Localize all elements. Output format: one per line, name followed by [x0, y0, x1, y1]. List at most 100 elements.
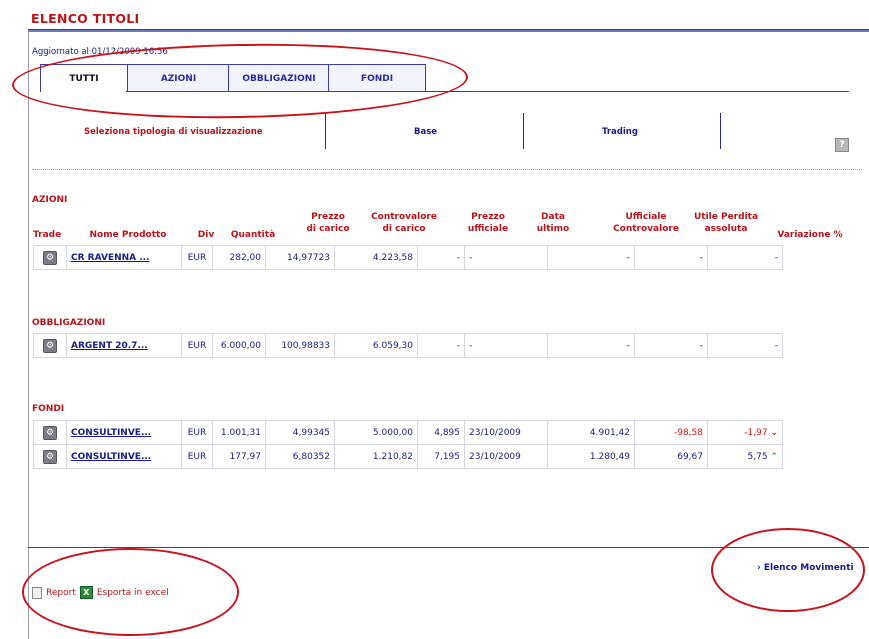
- value-cell: 1.210,82: [334, 444, 418, 469]
- col-header-line: Prezzo: [471, 212, 505, 222]
- page-title: ELENCO TITOLI: [31, 11, 140, 26]
- col-header-line: Prezzo: [311, 212, 345, 222]
- trade-gear-icon[interactable]: ⚙: [43, 425, 57, 440]
- variation-cell: -: [707, 333, 783, 358]
- col-header-line: Controvalore: [371, 212, 437, 222]
- trade-gear-icon[interactable]: ⚙: [43, 449, 57, 464]
- col-header-line: Ufficiale: [625, 212, 667, 222]
- arrow-up-icon: ⌃: [770, 451, 778, 462]
- official-value-cell: -: [547, 333, 635, 358]
- col-header-line: di carico: [382, 224, 426, 234]
- tab-tutti[interactable]: TUTTI: [40, 64, 127, 92]
- section-title-obbligazioni: OBBLIGAZIONI: [32, 318, 106, 328]
- gain-loss-cell: -: [634, 333, 708, 358]
- name-cell: CR RAVENNA ...: [66, 245, 182, 270]
- report-link[interactable]: Report: [46, 588, 76, 598]
- trade-cell: ⚙: [33, 245, 67, 270]
- product-link[interactable]: CONSULTINVE...: [71, 452, 151, 462]
- view-option-base[interactable]: Base: [414, 127, 437, 137]
- official-value-cell: -: [547, 245, 635, 270]
- view-option-trading[interactable]: Trading: [602, 127, 638, 137]
- col-header-line: di carico: [306, 224, 350, 234]
- variation-cell: 5,75 ⌃: [707, 444, 783, 469]
- table-row: ⚙ CR RAVENNA ... EUR 282,00 14,97723 4.2…: [33, 245, 783, 270]
- variation-cell: -: [707, 245, 783, 270]
- trade-gear-icon[interactable]: ⚙: [43, 338, 57, 353]
- excel-icon[interactable]: X: [79, 586, 93, 599]
- report-export-area: Report X Esporta in excel: [32, 586, 169, 599]
- trade-cell: ⚙: [33, 420, 67, 445]
- qty-cell: 282,00: [212, 245, 266, 270]
- tab-azioni[interactable]: AZIONI: [127, 64, 230, 92]
- div-cell: EUR: [181, 333, 213, 358]
- official-price-cell: 4,895: [417, 420, 465, 445]
- price-cell: 14,97723: [265, 245, 335, 270]
- col-header-prezzo-carico: Prezzo di carico: [296, 211, 360, 235]
- price-cell: 6,80352: [265, 444, 335, 469]
- separator: [523, 113, 524, 149]
- official-price-cell: -: [417, 333, 465, 358]
- qty-cell: 1.001,31: [212, 420, 266, 445]
- name-cell: ARGENT 20.7...: [66, 333, 182, 358]
- name-cell: CONSULTINVE...: [66, 444, 182, 469]
- help-icon[interactable]: ?: [835, 138, 849, 152]
- export-excel-link[interactable]: Esporta in excel: [97, 588, 169, 598]
- product-link[interactable]: CR RAVENNA ...: [71, 253, 150, 263]
- value-cell: 5.000,00: [334, 420, 418, 445]
- trade-cell: ⚙: [33, 333, 67, 358]
- col-header-line: assoluta: [704, 224, 748, 234]
- col-header-div: Div: [197, 230, 215, 240]
- gain-loss-cell: -: [634, 245, 708, 270]
- report-icon[interactable]: [32, 586, 42, 599]
- gain-loss-cell: -98,58: [634, 420, 708, 445]
- col-header-nome: Nome Prodotto: [89, 230, 167, 240]
- value-cell: 6.059,30: [334, 333, 418, 358]
- qty-cell: 6.000,00: [212, 333, 266, 358]
- value-cell: 4.223,58: [334, 245, 418, 270]
- trade-cell: ⚙: [33, 444, 67, 469]
- col-header-quantita: Quantità: [230, 230, 276, 240]
- col-header-trade: Trade: [33, 230, 62, 240]
- variation-value: -1,97: [744, 427, 768, 438]
- dotted-divider: [32, 169, 862, 170]
- section-title-fondi: FONDI: [32, 404, 65, 414]
- section-title-azioni: AZIONI: [32, 195, 68, 205]
- div-cell: EUR: [181, 444, 213, 469]
- col-header-ufficiale-controvalore: Ufficiale Controvalore: [605, 211, 687, 235]
- col-header-prezzo-ufficiale: Prezzo ufficiale: [462, 211, 514, 235]
- view-type-label: Seleziona tipologia di visualizzazione: [84, 127, 263, 137]
- arrow-down-icon: ⌄: [770, 427, 778, 438]
- col-header-line: Controvalore: [613, 224, 679, 234]
- product-link[interactable]: ARGENT 20.7...: [71, 341, 148, 351]
- official-price-cell: 7,195: [417, 444, 465, 469]
- product-link[interactable]: CONSULTINVE...: [71, 428, 151, 438]
- date-cell: -: [464, 245, 548, 270]
- col-header-utile-perdita: Utile Perdita assoluta: [687, 211, 765, 235]
- tab-baseline: [126, 91, 849, 92]
- separator: [720, 113, 721, 149]
- col-header-controvalore: Controvalore di carico: [370, 211, 438, 235]
- separator: [325, 113, 326, 149]
- official-value-cell: 4.901,42: [547, 420, 635, 445]
- official-price-cell: -: [417, 245, 465, 270]
- trade-gear-icon[interactable]: ⚙: [43, 250, 57, 265]
- col-header-data: Data ultimo: [528, 211, 578, 235]
- variation-value: 5,75: [747, 451, 768, 462]
- footer-divider: [28, 547, 869, 548]
- variation-cell: -1,97 ⌄: [707, 420, 783, 445]
- table-row: ⚙ CONSULTINVE... EUR 177,97 6,80352 1.21…: [33, 444, 783, 469]
- elenco-movimenti-link[interactable]: › Elenco Movimenti: [757, 563, 854, 573]
- table-row: ⚙ ARGENT 20.7... EUR 6.000,00 100,98833 …: [33, 333, 783, 358]
- date-cell: -: [464, 333, 548, 358]
- col-header-line: ufficiale: [467, 224, 509, 234]
- azioni-table: ⚙ CR RAVENNA ... EUR 282,00 14,97723 4.2…: [33, 245, 783, 270]
- last-update-text: Aggiornato al 01/12/2009 16:56: [32, 47, 168, 57]
- price-cell: 4,99345: [265, 420, 335, 445]
- div-cell: EUR: [181, 245, 213, 270]
- table-row: ⚙ CONSULTINVE... EUR 1.001,31 4,99345 5.…: [33, 420, 783, 445]
- qty-cell: 177,97: [212, 444, 266, 469]
- fondi-table: ⚙ CONSULTINVE... EUR 1.001,31 4,99345 5.…: [33, 420, 783, 469]
- tab-obbligazioni[interactable]: OBBLIGAZIONI: [228, 64, 330, 92]
- col-header-variazione: Variazione %: [777, 230, 843, 240]
- tab-fondi[interactable]: FONDI: [328, 64, 426, 92]
